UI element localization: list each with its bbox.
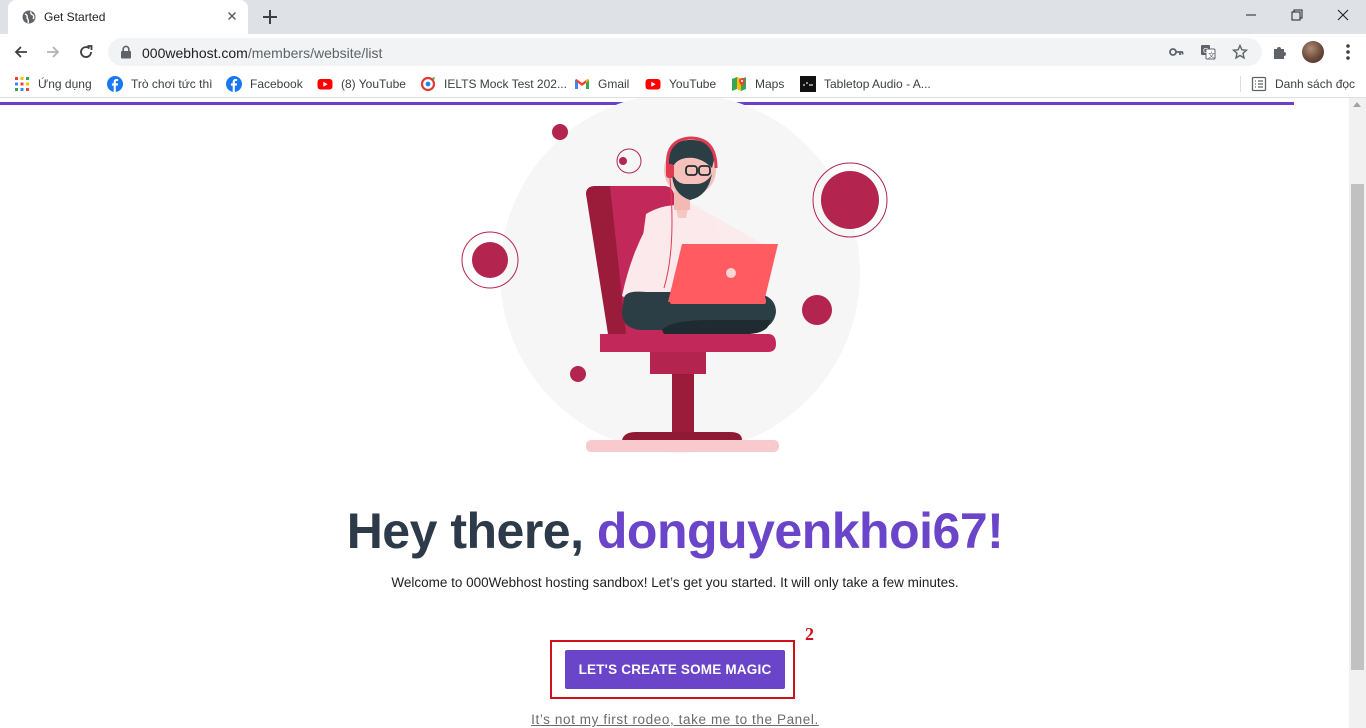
gmail-icon (574, 76, 590, 92)
bookmark-maps[interactable]: Maps (731, 75, 784, 93)
youtube-icon (645, 76, 661, 92)
profile-avatar[interactable] (1302, 41, 1324, 63)
bookmark-youtube-8[interactable]: (8) YouTube (317, 75, 406, 93)
scrollbar-thumb[interactable] (1351, 184, 1364, 670)
tab-strip: Get Started (0, 0, 1366, 34)
minimize-button[interactable] (1228, 0, 1274, 30)
new-tab-button[interactable] (258, 5, 282, 29)
page-scrollbar[interactable] (1349, 98, 1366, 728)
bookmark-label: Facebook (250, 77, 303, 91)
bookmark-ielts[interactable]: IELTS Mock Test 202... (420, 75, 567, 93)
youtube-icon (317, 76, 333, 92)
close-tab-icon[interactable] (224, 8, 240, 24)
facebook-icon (226, 76, 242, 92)
reading-list-icon (1251, 76, 1267, 92)
extensions-puzzle-icon[interactable] (1271, 43, 1289, 61)
welcome-subtitle: Welcome to 000Webhost hosting sandbox! L… (391, 575, 959, 590)
apps-grid-icon (14, 76, 30, 92)
bookmark-label: Gmail (598, 77, 630, 91)
bookmark-label: YouTube (669, 77, 717, 91)
bookmark-label: Trò chơi tức thì (131, 77, 213, 91)
url-host: 000webhost.com (142, 45, 248, 61)
developer-illustration (461, 98, 888, 453)
reading-list-label: Danh sách đọc (1275, 77, 1356, 91)
bookmark-label: Maps (755, 77, 785, 91)
url-text: 000webhost.com/members/website/list (142, 45, 382, 61)
bookmark-label: Tabletop Audio - A... (824, 77, 931, 91)
svg-text:文: 文 (1208, 51, 1215, 60)
bookmarks-bar: Ứng dụng Trò chơi tức thì Facebook (8) Y… (0, 70, 1366, 98)
bookmark-tabletop-audio[interactable]: Tabletop Audio - A... (800, 75, 931, 93)
bookmark-gmail[interactable]: Gmail (574, 75, 629, 93)
lock-icon[interactable] (120, 45, 132, 64)
bookmark-label: (8) YouTube (341, 77, 406, 91)
tab-title: Get Started (44, 10, 106, 24)
page-title: Hey there, donguyenkhoi67! (0, 502, 1350, 560)
close-window-button[interactable] (1320, 0, 1366, 30)
bookmark-apps[interactable]: Ứng dụng (14, 75, 92, 93)
scroll-up-arrow-icon[interactable] (1353, 102, 1361, 107)
bookmark-youtube[interactable]: YouTube (645, 75, 716, 93)
translate-icon[interactable]: G文 (1200, 44, 1216, 60)
bookmark-label: IELTS Mock Test 202... (444, 77, 567, 91)
reload-button[interactable] (73, 39, 99, 65)
globe-icon (22, 10, 36, 24)
page-viewport: Hey there, donguyenkhoi67! Welcome to 00… (0, 98, 1366, 728)
back-button[interactable] (8, 39, 34, 65)
url-path: /members/website/list (247, 45, 383, 61)
annotation-step-number: 2 (805, 624, 814, 644)
create-magic-button[interactable]: LET'S CREATE SOME MAGIC (565, 650, 785, 689)
bookmarks-separator (1240, 76, 1241, 92)
reading-list-button[interactable]: Danh sách đọc (1251, 75, 1355, 93)
bookmark-instant-games[interactable]: Trò chơi tức thì (107, 75, 212, 93)
bookmark-label: Ứng dụng (38, 77, 92, 91)
greeting-text: Hey there, (346, 503, 597, 559)
username-text: donguyenkhoi67! (596, 503, 1004, 559)
forward-button[interactable] (40, 39, 66, 65)
more-menu-icon[interactable] (1340, 42, 1356, 62)
address-bar[interactable]: 000webhost.com/members/website/list G文 (108, 38, 1262, 66)
tab-get-started[interactable]: Get Started (8, 0, 248, 34)
go-to-panel-link[interactable]: It’s not my first rodeo, take me to the … (0, 712, 1350, 727)
tabletop-audio-icon (800, 76, 816, 92)
maps-icon (731, 76, 747, 92)
facebook-icon (107, 76, 123, 92)
browser-toolbar: 000webhost.com/members/website/list G文 (0, 34, 1366, 70)
bookmark-star-icon[interactable] (1231, 43, 1249, 60)
key-icon[interactable] (1168, 44, 1184, 60)
restore-button[interactable] (1274, 0, 1320, 30)
bookmark-facebook[interactable]: Facebook (226, 75, 303, 93)
ielts-icon (420, 76, 436, 92)
